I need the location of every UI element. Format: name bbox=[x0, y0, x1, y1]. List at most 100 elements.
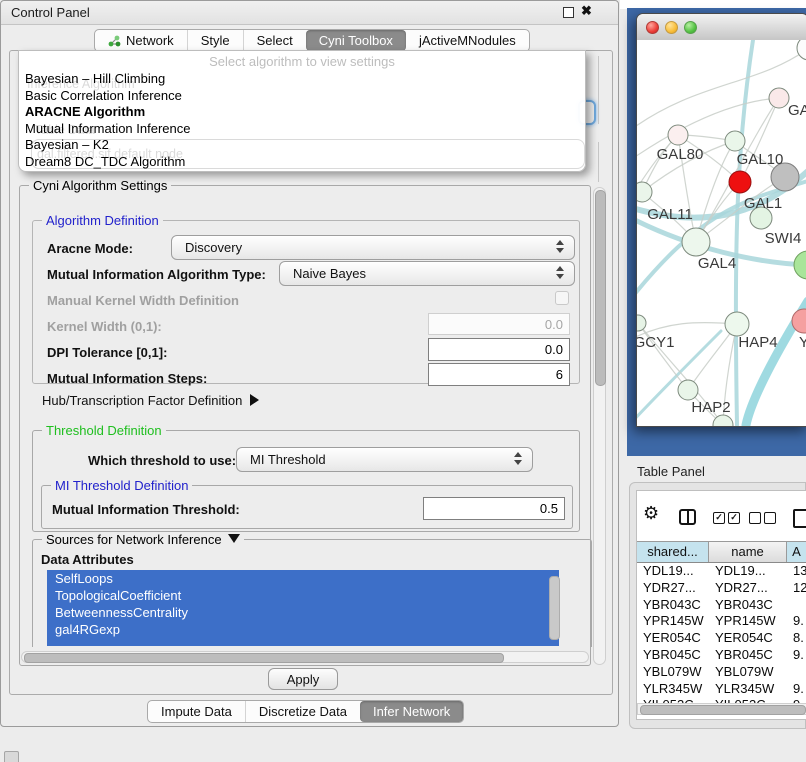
attributes-scrollbar[interactable] bbox=[549, 576, 560, 640]
apply-button[interactable]: Apply bbox=[268, 668, 338, 690]
table-row[interactable]: YPR145WYPR145W9. bbox=[637, 613, 806, 630]
table-row[interactable]: YER054CYER054C8. bbox=[637, 630, 806, 647]
network-node[interactable] bbox=[769, 88, 789, 108]
network-node[interactable] bbox=[713, 415, 733, 426]
network-node[interactable] bbox=[725, 312, 749, 336]
mi-steps-label: Mutual Information Steps: bbox=[47, 371, 207, 386]
sources-toggle[interactable]: Sources for Network Inference bbox=[42, 532, 244, 547]
table-hscrollbar[interactable] bbox=[637, 703, 806, 715]
algorithm-option[interactable]: Mutual Information Inference bbox=[19, 121, 585, 138]
tab-select[interactable]: Select bbox=[243, 30, 306, 51]
select-all-checkbox-icon[interactable]: ✓ bbox=[713, 512, 725, 524]
close-traffic-light[interactable] bbox=[646, 21, 659, 34]
tab-cyni-toolbox[interactable]: Cyni Toolbox bbox=[306, 30, 406, 51]
table-cell: YDL19... bbox=[709, 563, 787, 580]
select-all-checkbox-icon2[interactable]: ✓ bbox=[728, 512, 740, 524]
data-attribute-item[interactable]: TopologicalCoefficient bbox=[47, 587, 559, 604]
table-row[interactable]: YDL19...YDL19...13 bbox=[637, 563, 806, 580]
kernel-width-field[interactable]: 0.0 bbox=[428, 313, 570, 335]
aracne-mode-combo[interactable]: Discovery bbox=[171, 235, 575, 260]
node-label: Y bbox=[799, 334, 806, 351]
network-node[interactable] bbox=[797, 40, 806, 60]
network-node[interactable] bbox=[668, 125, 688, 145]
deselect-checkbox-icon[interactable] bbox=[749, 512, 761, 524]
tab-style[interactable]: Style bbox=[187, 30, 243, 51]
network-node[interactable] bbox=[637, 315, 646, 331]
network-node[interactable] bbox=[682, 228, 710, 256]
settings-hscrollbar-thumb[interactable] bbox=[24, 653, 504, 663]
column-header[interactable]: name bbox=[709, 542, 787, 562]
node-label: GCY1 bbox=[637, 334, 674, 351]
tab-jactivemnodules[interactable]: jActiveMNodules bbox=[406, 30, 529, 51]
which-threshold-combo[interactable]: MI Threshold bbox=[236, 447, 533, 472]
sources-title: Sources for Network Inference bbox=[46, 532, 222, 547]
table-cell: 9. bbox=[787, 681, 806, 698]
gear-icon[interactable]: ⚙ bbox=[643, 503, 659, 524]
export-table-icon[interactable] bbox=[793, 509, 806, 528]
deselect-checkbox-icon2[interactable] bbox=[764, 512, 776, 524]
node-label: GAL bbox=[788, 102, 806, 119]
cyni-settings-group: Cyni Algorithm Settings Algorithm Defini… bbox=[19, 185, 591, 666]
table-cell: YBL079W bbox=[709, 664, 787, 681]
minimize-traffic-light[interactable] bbox=[665, 21, 678, 34]
tab-network[interactable]: Network bbox=[95, 30, 187, 51]
table-rows: YDL19...YDL19...13YDR27...YDR27...12YBR0… bbox=[637, 563, 806, 703]
algorithm-list: Bayesian – Hill ClimbingBasic Correlatio… bbox=[19, 71, 585, 170]
data-attributes-list[interactable]: SelfLoopsTopologicalCoefficientBetweenne… bbox=[47, 570, 559, 646]
manual-kernel-checkbox[interactable] bbox=[555, 291, 569, 305]
table-row[interactable]: YBR043CYBR043C bbox=[637, 597, 806, 614]
zoom-traffic-light[interactable] bbox=[684, 21, 697, 34]
column-header[interactable]: A bbox=[787, 542, 806, 562]
mi-steps-field[interactable]: 6 bbox=[428, 363, 570, 386]
network-window-titlebar[interactable] bbox=[637, 14, 806, 41]
tab-label: Discretize Data bbox=[259, 704, 347, 719]
node-label: GAL10 bbox=[737, 151, 784, 168]
table-cell: YBR043C bbox=[709, 597, 787, 614]
network-node[interactable] bbox=[794, 251, 806, 279]
column-header[interactable]: shared... bbox=[637, 542, 709, 562]
table-cell: YER054C bbox=[637, 630, 709, 647]
algorithm-option[interactable]: Dream8 DC_TDC Algorithm bbox=[19, 154, 585, 171]
network-edge[interactable] bbox=[736, 40, 753, 425]
algorithm-option[interactable]: ARACNE Algorithm bbox=[19, 104, 585, 121]
mi-threshold-field[interactable]: 0.5 bbox=[423, 497, 565, 520]
tab-infer-network[interactable]: Infer Network bbox=[360, 701, 463, 722]
table-row[interactable]: YDR27...YDR27...12 bbox=[637, 580, 806, 597]
table-cell: YBR045C bbox=[709, 647, 787, 664]
table-row[interactable]: YLR345WYLR345W9. bbox=[637, 681, 806, 698]
network-node[interactable] bbox=[678, 380, 698, 400]
mi-threshold-group: MI Threshold Definition Mutual Informati… bbox=[41, 485, 573, 529]
network-node[interactable] bbox=[729, 171, 751, 193]
which-threshold-label: Which threshold to use: bbox=[88, 453, 236, 468]
table-row[interactable]: YBR045CYBR045C9. bbox=[637, 647, 806, 664]
algorithm-option[interactable]: Bayesian – Hill Climbing bbox=[19, 71, 585, 88]
close-icon[interactable]: ✖ bbox=[581, 3, 592, 19]
bottom-left-mini-icon[interactable] bbox=[4, 751, 19, 762]
network-node[interactable] bbox=[637, 182, 652, 202]
settings-vscrollbar-thumb[interactable] bbox=[595, 190, 606, 386]
table-cell: YLR345W bbox=[637, 681, 709, 698]
manual-kernel-label: Manual Kernel Width Definition bbox=[47, 293, 239, 308]
network-node[interactable] bbox=[725, 131, 745, 151]
algorithm-option[interactable]: Bayesian – K2 bbox=[19, 137, 585, 154]
dpi-tolerance-field[interactable]: 0.0 bbox=[428, 338, 570, 361]
table-row[interactable]: YBL079WYBL079W bbox=[637, 664, 806, 681]
algorithm-option[interactable]: Basic Correlation Inference bbox=[19, 88, 585, 105]
data-attribute-item[interactable]: SelfLoops bbox=[47, 570, 559, 587]
data-attribute-item[interactable]: BetweennessCentrality bbox=[47, 604, 559, 621]
settings-hscrollbar[interactable] bbox=[21, 651, 589, 663]
table-hscrollbar-thumb[interactable] bbox=[640, 705, 806, 715]
threshold-definition-title: Threshold Definition bbox=[42, 423, 166, 438]
network-icon bbox=[108, 35, 121, 47]
data-attribute-item[interactable]: gal4RGexp bbox=[47, 621, 559, 638]
node-label: SWI4 bbox=[765, 230, 802, 247]
tab-discretize-data[interactable]: Discretize Data bbox=[245, 701, 360, 722]
table-cell: 9. bbox=[787, 647, 806, 664]
mi-type-combo[interactable]: Naive Bayes bbox=[279, 261, 575, 286]
float-window-icon[interactable] bbox=[563, 7, 574, 18]
settings-vscrollbar[interactable] bbox=[593, 187, 606, 665]
tab-impute-data[interactable]: Impute Data bbox=[148, 701, 245, 722]
hub-definition-toggle[interactable]: Hub/Transcription Factor Definition bbox=[42, 393, 259, 408]
network-canvas[interactable]: GALGAL80GAL10GAL1GAL11SWI4GAL4GCY1HAP4YH… bbox=[637, 40, 806, 426]
columns-icon[interactable] bbox=[679, 509, 696, 525]
